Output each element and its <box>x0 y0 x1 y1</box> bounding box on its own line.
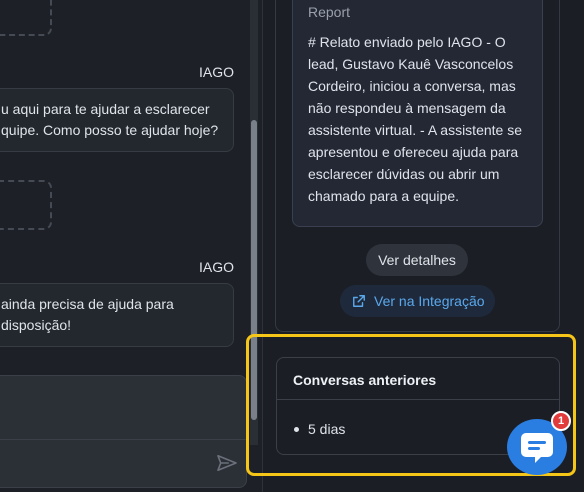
previous-conversation-item[interactable]: 5 dias <box>308 421 345 437</box>
message-line: disposição! <box>1 317 72 333</box>
message-line: quipe. Como posso te ajudar hoje? <box>1 122 219 138</box>
view-integration-button[interactable]: Ver na Integração <box>340 285 495 317</box>
chat-panel: IAGO u aqui para te ajudar a esclarecer … <box>0 0 262 492</box>
notification-badge: 1 <box>551 411 571 431</box>
message-line: ainda precisa de ajuda para <box>1 296 174 312</box>
report-line: lead, Gustavo Kauê Vasconcelos <box>308 56 514 72</box>
message-composer[interactable] <box>0 375 247 488</box>
previous-conversations-title: Conversas anteriores <box>293 372 437 388</box>
report-label: Report <box>308 4 351 20</box>
report-text: # Relato enviado pelo IAGO - O lead, Gus… <box>308 31 530 207</box>
send-icon[interactable] <box>216 454 238 472</box>
message-bubble: ainda precisa de ajuda para disposição! <box>0 283 234 347</box>
report-line: assistente virtual. - A assistente se <box>308 122 522 138</box>
attachment-placeholder-top <box>0 0 52 36</box>
view-details-button[interactable]: Ver detalhes <box>366 244 468 276</box>
message-sender: IAGO <box>198 64 234 80</box>
report-line: não respondeu à mensagem da <box>308 100 506 116</box>
report-line: chamado para a equipe. <box>308 188 459 204</box>
previous-conversations-header: Conversas anteriores <box>277 358 559 400</box>
message-bubble: u aqui para te ajudar a esclarecer quipe… <box>0 88 234 152</box>
report-line: Cordeiro, iniciou a conversa, mas <box>308 78 516 94</box>
composer-divider <box>0 439 246 440</box>
bullet-icon <box>294 427 299 432</box>
view-integration-label: Ver na Integração <box>374 293 485 309</box>
message-line: u aqui para te ajudar a esclarecer <box>1 101 210 117</box>
attachment-placeholder <box>0 180 52 230</box>
external-link-icon <box>353 295 365 307</box>
report-line: apresentou e ofereceu ajuda para <box>308 144 519 160</box>
message-sender: IAGO <box>198 259 234 275</box>
report-line: # Relato enviado pelo IAGO - O <box>308 34 506 50</box>
report-line: esclarecer dúvidas ou abrir um <box>308 166 500 182</box>
